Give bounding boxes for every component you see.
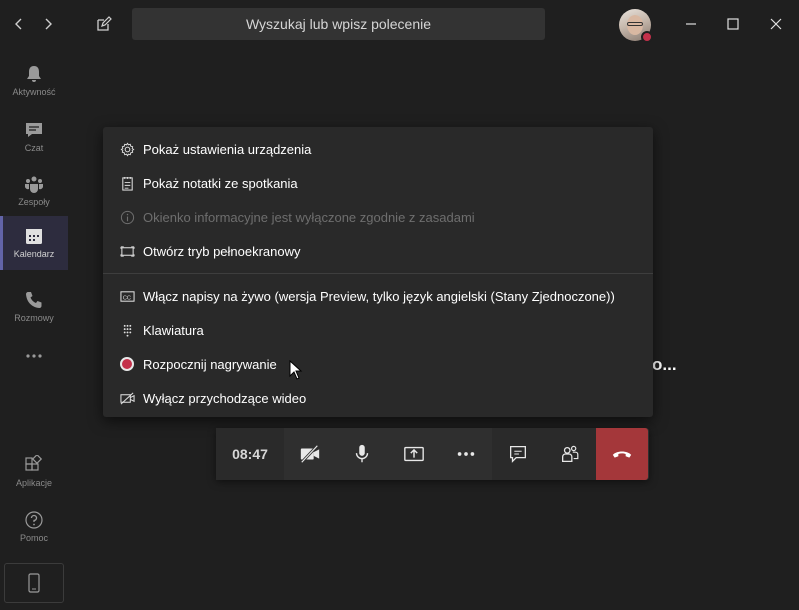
calendar-icon [26,229,42,244]
menu-item-label: Włącz napisy na żywo (wersja Preview, ty… [143,288,615,304]
menu-item-label: Wyłącz przychodzące wideo [143,390,307,406]
more-icon [26,354,42,358]
phone-icon [26,292,42,308]
menu-item-start-recording[interactable]: Rozpocznij nagrywanie [103,347,653,381]
rail-label: Czat [24,143,44,153]
minimize-icon [686,23,696,25]
menu-item-device-settings[interactable]: Pokaż ustawienia urządzenia [103,132,653,166]
title-bar: Wyszukaj lub wpisz polecenie [0,0,799,48]
minimize-button[interactable] [679,12,703,36]
call-timer: 08:47 [216,428,284,480]
share-screen-button[interactable] [388,428,440,480]
back-button[interactable] [8,13,30,35]
rail-item-chat[interactable]: Czat [0,110,68,164]
hang-up-button[interactable] [596,428,648,480]
participant-name-text: o... [652,355,677,374]
rail-item-help[interactable]: Pomoc [0,500,68,554]
close-icon [770,18,782,30]
more-icon [457,452,475,456]
rail-item-apps[interactable]: Aplikacje [0,445,68,499]
more-actions-button[interactable] [440,428,492,480]
rail-label: Zespoły [18,197,50,207]
forward-button[interactable] [37,13,59,35]
camera-off-icon [300,444,320,464]
chevron-left-icon [15,18,22,30]
menu-item-live-captions[interactable]: CC Włącz napisy na żywo (wersja Preview,… [103,279,653,313]
close-button[interactable] [764,12,788,36]
menu-item-meeting-notes[interactable]: Pokaż notatki ze spotkania [103,166,653,200]
info-icon [120,210,134,224]
menu-item-label: Otwórz tryb pełnoekranowy [143,243,301,259]
help-icon [25,511,43,529]
mobile-device-icon [28,573,40,593]
menu-item-label: Pokaż notatki ze spotkania [143,175,298,191]
device-button[interactable] [4,563,64,603]
show-participants-button[interactable] [544,428,596,480]
gear-icon [120,142,134,156]
menu-item-label: Rozpocznij nagrywanie [143,356,277,372]
keypad-icon [123,324,131,337]
video-off-icon [119,391,135,405]
rail-label: Kalendarz [13,249,55,259]
compose-icon [97,16,112,31]
apps-icon [25,455,43,471]
menu-item-label: Pokaż ustawienia urządzenia [143,141,312,157]
rail-item-calendar[interactable]: Kalendarz [0,216,68,270]
maximize-icon [727,18,739,30]
mic-toggle-button[interactable] [336,428,388,480]
rail-label: Aktywność [12,87,56,97]
more-actions-menu: Pokaż ustawienia urządzenia Pokaż notatk… [103,127,653,417]
chat-icon [510,446,526,463]
show-conversation-button[interactable] [492,428,544,480]
bell-icon [27,66,41,82]
share-screen-icon [404,446,424,462]
rail-item-teams[interactable]: Zespoły [0,164,68,218]
search-input[interactable]: Wyszukaj lub wpisz polecenie [132,8,545,40]
avatar[interactable] [619,9,653,43]
captions-icon: CC [119,290,135,302]
menu-divider [103,273,653,274]
menu-item-label: Okienko informacyjne jest wyłączone zgod… [143,209,475,225]
notes-icon [121,176,133,191]
svg-text:CC: CC [122,295,130,301]
mouse-cursor-icon [289,360,303,380]
rail-label: Rozmowy [14,313,54,323]
call-controls-bar: 08:47 [216,428,649,480]
menu-item-fullscreen[interactable]: Otwórz tryb pełnoekranowy [103,234,653,268]
fullscreen-icon [119,245,135,257]
rail-label: Pomoc [19,533,48,543]
rail-item-more[interactable] [0,336,68,390]
record-icon [120,357,134,371]
chevron-right-icon [45,18,52,30]
microphone-icon [355,444,369,463]
menu-item-turn-off-incoming-video[interactable]: Wyłącz przychodzące wideo [103,381,653,415]
camera-toggle-button[interactable] [284,428,336,480]
menu-item-label: Klawiatura [143,322,204,338]
menu-item-info-pane: Okienko informacyjne jest wyłączone zgod… [103,200,653,234]
menu-item-keypad[interactable]: Klawiatura [103,313,653,347]
hang-up-icon [612,451,632,458]
status-badge [641,31,653,43]
maximize-button[interactable] [721,12,745,36]
new-chat-button[interactable] [93,13,115,35]
app-rail: Aktywność Czat Zespoły Kalendarz Rozmowy… [0,48,68,610]
rail-item-calls[interactable]: Rozmowy [0,280,68,334]
rail-item-activity[interactable]: Aktywność [0,54,68,108]
rail-label: Aplikacje [15,478,53,488]
teams-icon [25,176,43,193]
participants-icon [562,445,579,462]
chat-icon [26,123,42,137]
